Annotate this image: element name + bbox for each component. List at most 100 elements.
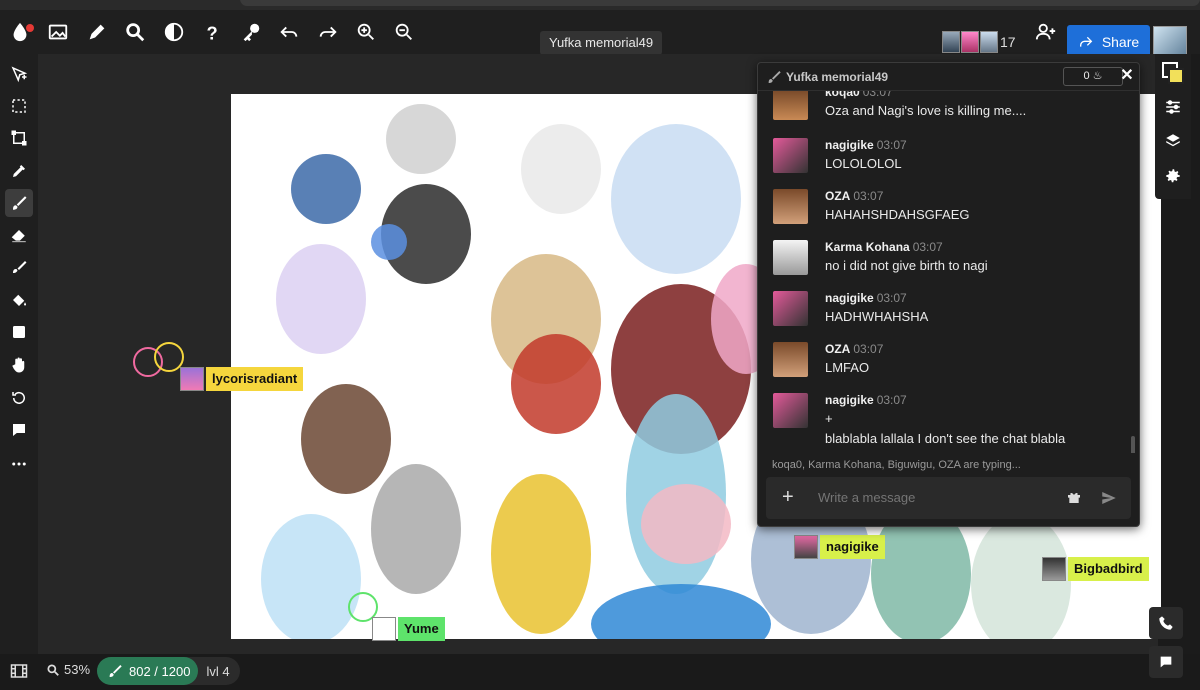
send-icon[interactable] [1100,489,1118,507]
user-avatar[interactable] [773,189,808,224]
room-title[interactable]: Yufka memorial49 [540,31,663,55]
browser-edge [0,0,1200,10]
comment-icon[interactable] [5,416,33,444]
artwork-shape [386,104,456,174]
zoom-out-icon[interactable] [392,20,416,44]
level-label: lvl 4 [206,663,230,679]
history-icon[interactable] [5,384,33,412]
typing-indicator: koqa0, Karma Kohana, Biguwigu, OZA are t… [772,459,1021,471]
artwork-shape [521,124,601,214]
message-text: HADHWHAHSHA [825,309,929,324]
author-name: koqa0 [825,91,860,99]
message-time: 03:07 [876,393,907,407]
ink-count: 0 [1083,70,1090,82]
message-time: 03:07 [876,291,907,305]
sliders-icon[interactable] [1162,96,1184,118]
artwork-shape [491,474,591,634]
user-avatar[interactable] [773,240,808,275]
user-avatar[interactable] [942,31,960,53]
cursor-name: lycorisradiant [206,367,304,391]
author-name: OZA [825,189,851,203]
move-tool-icon[interactable] [5,60,33,88]
open-chat-button[interactable] [1149,646,1183,678]
layers-icon[interactable] [1162,130,1184,152]
close-chat-button[interactable]: ✕ [1118,67,1136,85]
chat-brush-icon [766,69,782,85]
eraser-tool-icon[interactable] [5,221,33,249]
user-avatar[interactable] [773,393,808,428]
gift-icon[interactable] [1066,489,1082,505]
user-avatar[interactable] [773,342,808,377]
contrast-icon[interactable] [162,20,186,44]
share-arrow-icon [1079,36,1093,47]
zoom-in-icon[interactable] [354,20,378,44]
chat-panel: Yufka memorial49 0 ♨ ✕ koqa0 03:07 Oza an… [757,62,1140,527]
bottom-status-bar: 53% 802 / 1200 lvl 4 [0,654,1200,690]
author-name: nagigike [825,291,874,305]
shape-tool-icon[interactable] [5,318,33,346]
online-user-count[interactable]: 17 [1000,34,1016,50]
message-author: OZA 03:07 [825,342,883,356]
user-avatar[interactable] [961,31,979,53]
add-user-icon[interactable] [1034,20,1058,44]
cursor-avatar [794,535,818,559]
ink-meter[interactable]: 802 / 1200 lvl 4 [97,657,240,685]
message-author: OZA 03:07 [825,189,883,203]
chat-scrollbar[interactable] [1131,436,1135,453]
artwork-shape [511,334,601,434]
user-avatar[interactable] [773,91,808,120]
message-time: 03:07 [862,91,893,99]
cursor-label-yume: Yume [372,617,445,641]
cursor-label-bigbadbird: Bigbadbird [1042,557,1149,581]
redo-icon[interactable] [316,20,340,44]
author-name: nagigike [825,393,874,407]
attach-plus-icon[interactable]: + [782,486,794,509]
color-swatch[interactable] [1162,62,1184,84]
zoom-indicator[interactable]: 53% [46,662,90,677]
chat-message-input[interactable] [818,490,1048,505]
artwork-shape [591,584,771,639]
artwork-shape [641,484,731,564]
right-panel-toolbar [1155,54,1191,199]
fill-bucket-icon[interactable] [5,286,33,314]
search-icon[interactable] [123,20,147,44]
user-avatar[interactable] [773,138,808,173]
chat-bubble-icon [1160,656,1172,668]
cursor-name: nagigike [820,535,885,559]
voice-call-button[interactable] [1149,607,1183,639]
message-text: blablabla lallala I don't see the chat b… [825,431,1066,446]
author-name: OZA [825,342,851,356]
help-icon[interactable]: ? [200,20,224,44]
eyedropper-tool-icon[interactable] [5,157,33,185]
zoom-value: 53% [64,662,91,677]
key-icon[interactable] [239,20,263,44]
ink-reaction-badge[interactable]: 0 ♨ [1063,67,1123,86]
cursor-avatar [180,367,204,391]
chat-message-list[interactable]: koqa0 03:07 Oza and Nagi's love is killin… [758,91,1139,453]
message-author: koqa0 03:07 [825,91,893,99]
user-avatar[interactable] [773,291,808,326]
film-icon[interactable] [10,663,28,679]
undo-icon[interactable] [277,20,301,44]
user-avatar[interactable] [980,31,998,53]
message-author: Karma Kohana 03:07 [825,240,943,254]
select-tool-icon[interactable] [5,92,33,120]
gear-icon[interactable] [1162,165,1184,187]
artwork-shape [371,224,407,260]
message-text: HAHAHSHDAHSGFAEG [825,207,970,222]
image-icon[interactable] [46,20,70,44]
artwork-shape [611,124,741,274]
pencil-icon[interactable] [85,20,109,44]
message-author: nagigike 03:07 [825,291,907,305]
phone-icon [1159,616,1173,630]
brush-tool-icon[interactable] [5,189,33,217]
chat-composer: + [766,477,1131,519]
smudge-tool-icon[interactable] [5,253,33,281]
hand-tool-icon[interactable] [5,351,33,379]
online-users-avatars[interactable] [942,31,999,53]
cursor-name: Bigbadbird [1068,557,1149,581]
primary-color[interactable] [1168,68,1184,84]
more-tools-icon[interactable] [5,450,33,478]
message-time: 03:07 [853,189,884,203]
transform-tool-icon[interactable] [5,124,33,152]
